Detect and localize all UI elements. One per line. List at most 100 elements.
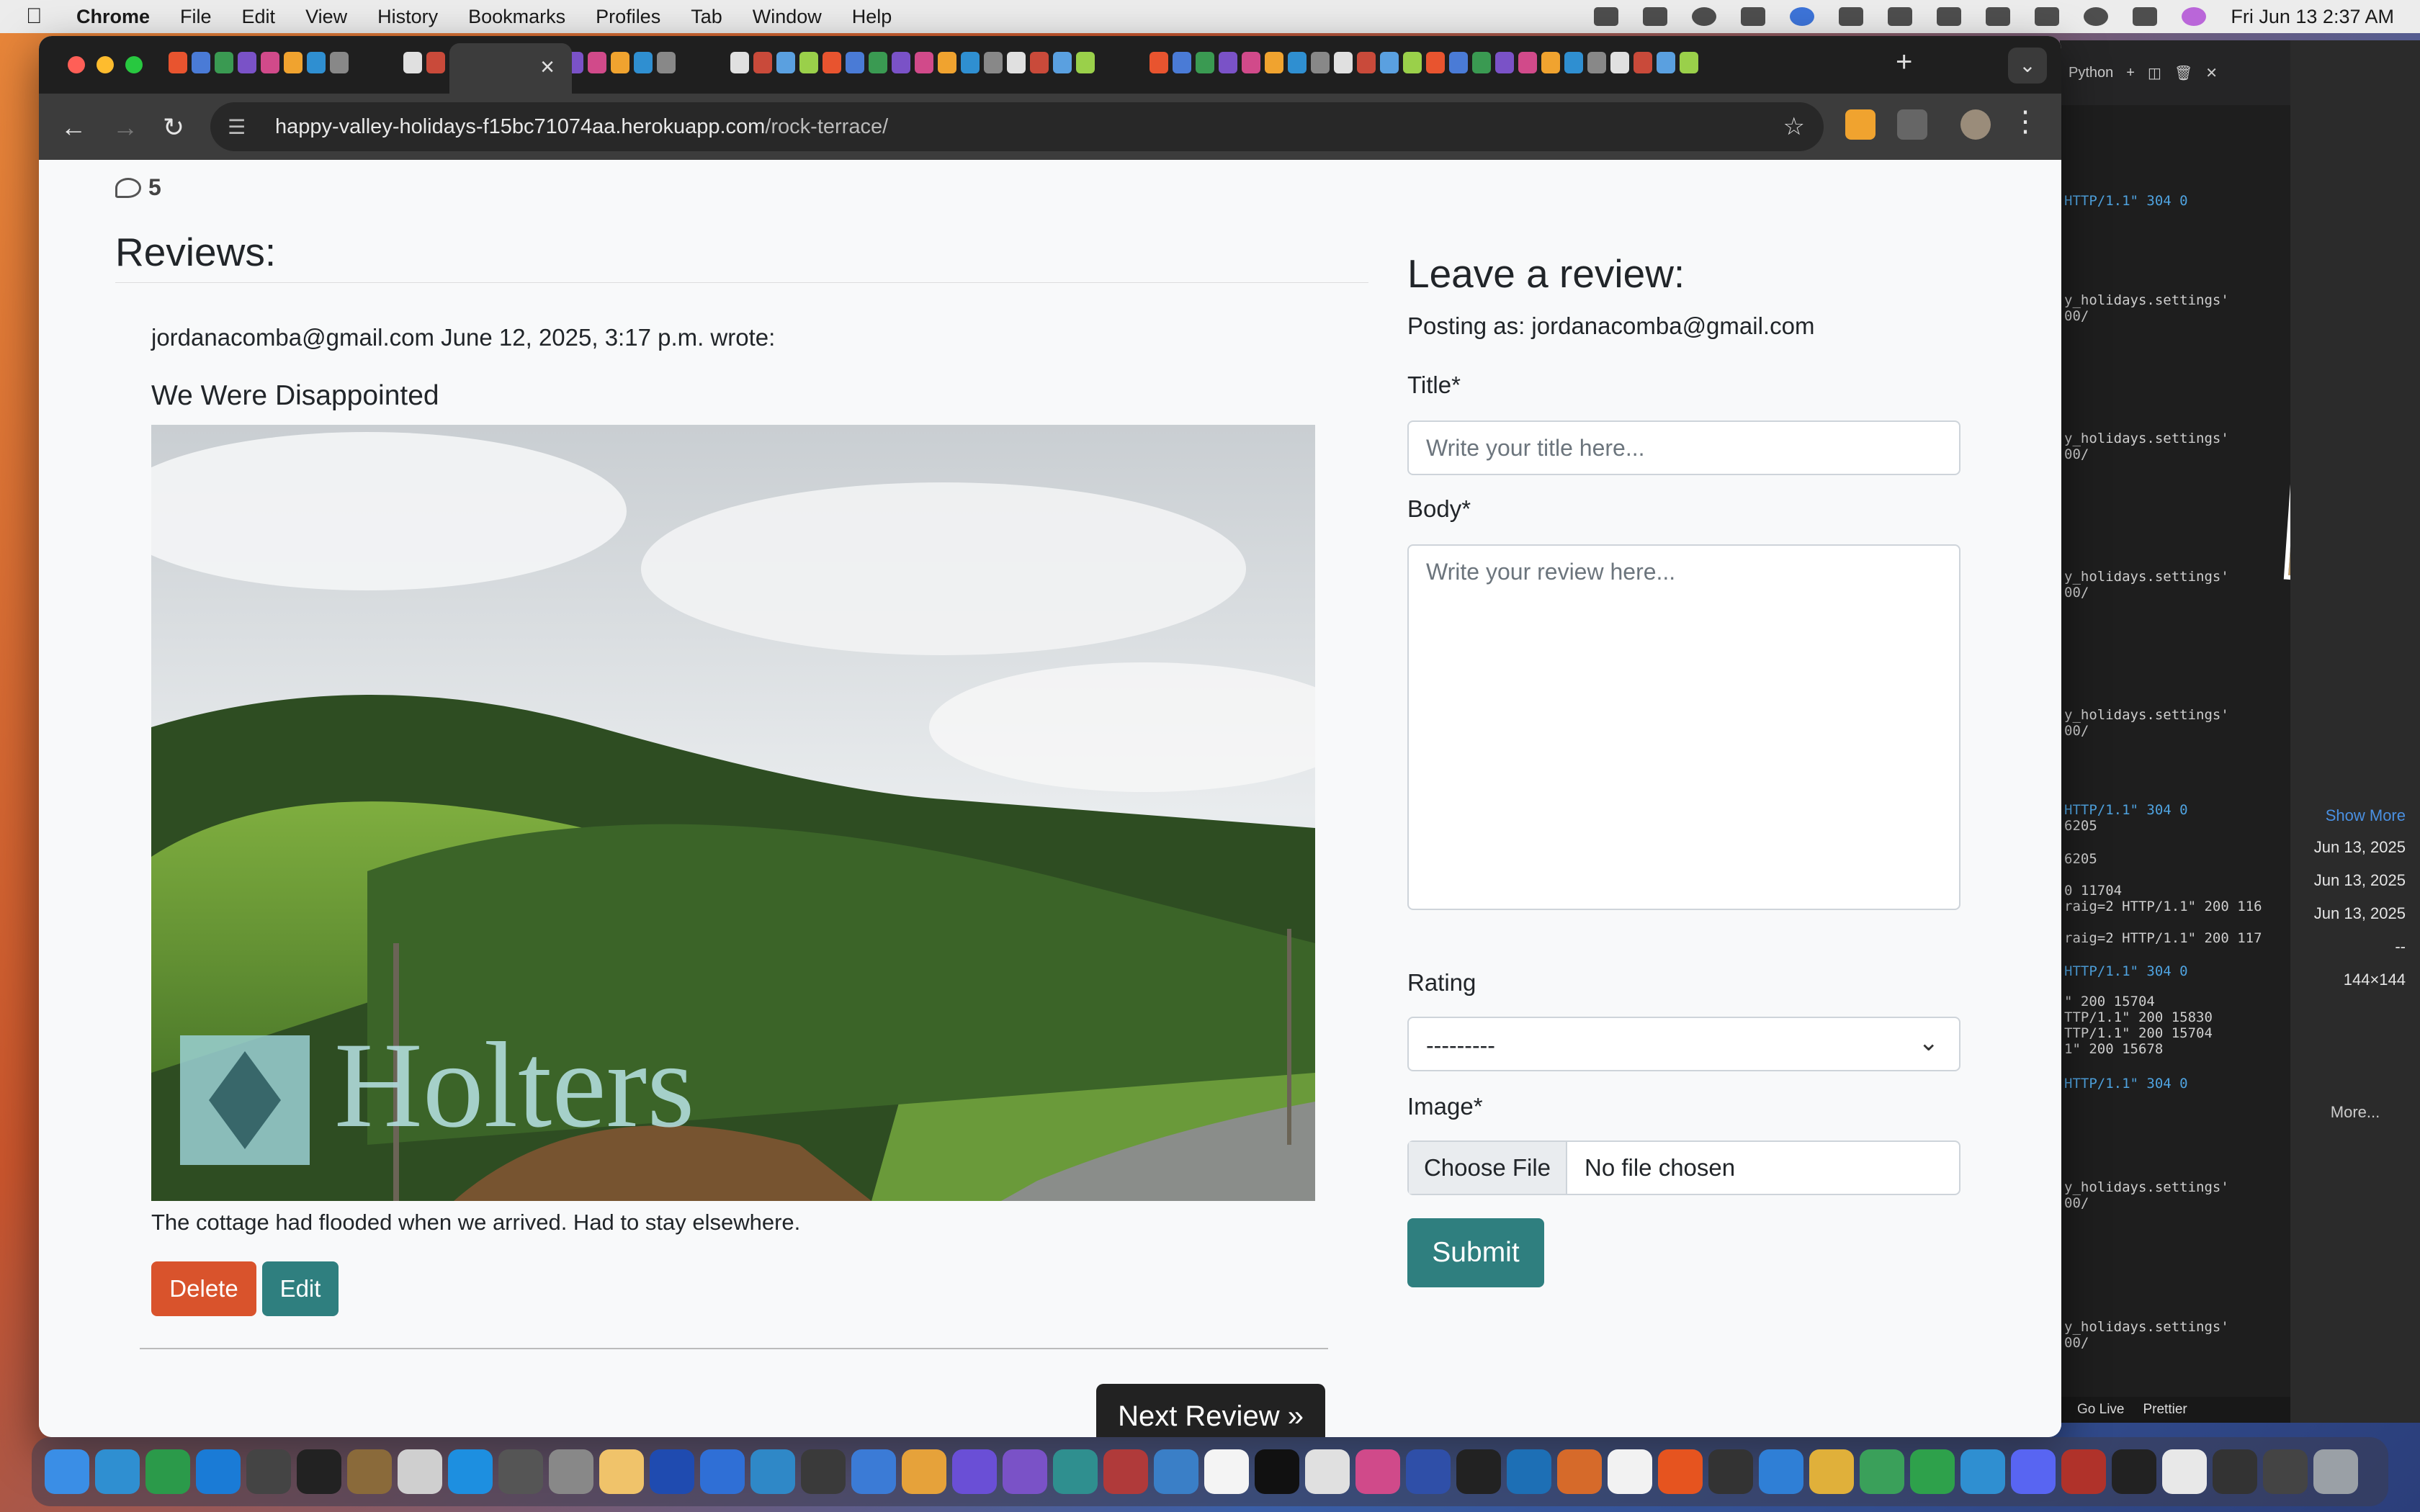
dock-app-icon[interactable] [2162,1449,2207,1494]
tab-favicon-icon[interactable] [753,52,772,73]
dropbox-icon[interactable] [1594,7,1619,26]
tab-favicon-icon[interactable] [1311,52,1330,73]
tab-favicon-icon[interactable] [403,52,422,73]
rating-select[interactable]: --------- ⌄ [1407,1017,1960,1071]
tab-favicon-icon[interactable] [1150,52,1168,73]
python-terminal-label[interactable]: Python [2069,65,2113,81]
menu-edit[interactable]: Edit [242,6,276,28]
active-tab[interactable]: × [449,43,572,94]
dock-app-icon[interactable] [1053,1449,1098,1494]
tab-favicon-icon[interactable] [1426,52,1445,73]
dock-app-icon[interactable] [95,1449,140,1494]
tab-favicon-icon[interactable] [1495,52,1514,73]
tab-favicon-icon[interactable] [330,52,349,73]
tab-favicon-icon[interactable] [1610,52,1629,73]
tab-favicon-icon[interactable] [588,52,606,73]
tab-favicon-icon[interactable] [1219,52,1237,73]
control-center-icon[interactable] [2133,7,2158,26]
dock-app-icon[interactable] [650,1449,694,1494]
dock-app-icon[interactable] [1860,1449,1904,1494]
menu-profiles[interactable]: Profiles [596,6,660,28]
keyboard-icon[interactable] [1888,7,1913,26]
menu-file[interactable]: File [180,6,212,28]
forward-icon[interactable]: → [112,112,138,143]
edit-review-button[interactable]: Edit [262,1261,339,1316]
dock-app-icon[interactable] [1103,1449,1148,1494]
dock-app-icon[interactable] [2011,1449,2056,1494]
prettier-button[interactable]: Prettier [2143,1402,2187,1418]
dock-app-icon[interactable] [1355,1449,1400,1494]
zoom-window-icon[interactable] [125,56,143,73]
dock-app-icon[interactable] [347,1449,392,1494]
tab-favicon-icon[interactable] [215,52,233,73]
tab-favicon-icon[interactable] [915,52,933,73]
image-file-input[interactable]: Choose File No file chosen [1407,1140,1960,1195]
choose-file-button[interactable]: Choose File [1409,1142,1567,1194]
dock-app-icon[interactable] [700,1449,745,1494]
dock-app-icon[interactable] [1759,1449,1803,1494]
tab-favicon-icon[interactable] [1380,52,1399,73]
tab-favicon-icon[interactable] [192,52,210,73]
tab-favicon-icon[interactable] [1007,52,1026,73]
tab-favicon-icon[interactable] [307,52,326,73]
close-tab-icon[interactable]: × [540,53,555,81]
tab-favicon-icon[interactable] [869,52,887,73]
tab-search-icon[interactable]: ⌄ [2008,48,2047,84]
tab-favicon-icon[interactable] [1541,52,1560,73]
dock-app-icon[interactable] [1204,1449,1249,1494]
tab-favicon-icon[interactable] [1518,52,1537,73]
menu-tab[interactable]: Tab [691,6,722,28]
app-status-icon[interactable] [1741,7,1766,26]
dock-app-icon[interactable] [1456,1449,1501,1494]
split-terminal-icon[interactable]: ◫ [2148,64,2161,82]
title-input[interactable]: Write your title here... [1407,420,1960,475]
dock-app-icon[interactable] [750,1449,795,1494]
menu-help[interactable]: Help [852,6,892,28]
tab-favicon-icon[interactable] [238,52,256,73]
dock-app-icon[interactable] [1154,1449,1198,1494]
new-tab-icon[interactable]: + [1896,46,1912,78]
close-icon[interactable]: ✕ [2205,64,2218,82]
tab-favicon-icon[interactable] [1587,52,1606,73]
siri-icon[interactable] [2182,7,2207,26]
mute-icon[interactable] [1839,7,1864,26]
dock-app-icon[interactable] [196,1449,241,1494]
tab-favicon-icon[interactable] [1357,52,1376,73]
tab-favicon-icon[interactable] [1076,52,1095,73]
dock-app-icon[interactable] [549,1449,593,1494]
dock-app-icon[interactable] [448,1449,493,1494]
tab-favicon-icon[interactable] [1242,52,1260,73]
dock-app-icon[interactable] [1255,1449,1299,1494]
tab-favicon-icon[interactable] [1449,52,1468,73]
dock-app-icon[interactable] [1557,1449,1602,1494]
dock-app-icon[interactable] [297,1449,341,1494]
more-button[interactable]: More... [2290,1103,2420,1122]
dock-app-icon[interactable] [246,1449,291,1494]
url-text[interactable]: happy-valley-holidays-f15bc71074aa.herok… [275,115,888,139]
menu-view[interactable]: View [305,6,347,28]
dock-app-icon[interactable] [1809,1449,1854,1494]
tab-favicon-icon[interactable] [961,52,980,73]
tab-favicon-icon[interactable] [1196,52,1214,73]
tab-favicon-icon[interactable] [1680,52,1698,73]
reload-icon[interactable]: ↻ [163,112,184,143]
bookmark-star-icon[interactable]: ☆ [1783,112,1805,141]
tab-favicon-icon[interactable] [776,52,795,73]
dock-app-icon[interactable] [45,1449,89,1494]
dock-app-icon[interactable] [1003,1449,1047,1494]
tab-favicon-icon[interactable] [892,52,910,73]
dock-app-icon[interactable] [952,1449,997,1494]
tab-favicon-icon[interactable] [1657,52,1675,73]
address-bar[interactable]: ☰ happy-valley-holidays-f15bc71074aa.her… [210,102,1824,151]
close-window-icon[interactable] [68,56,85,73]
dock-app-icon[interactable] [2313,1449,2358,1494]
tab-favicon-icon[interactable] [611,52,629,73]
tab-favicon-icon[interactable] [1403,52,1422,73]
tab-favicon-icon[interactable] [1472,52,1491,73]
trash-icon[interactable]: 🗑 [2174,64,2192,82]
next-review-button[interactable]: Next Review » [1096,1384,1325,1437]
tab-favicon-icon[interactable] [984,52,1003,73]
menu-history[interactable]: History [377,6,438,28]
tab-favicon-icon[interactable] [1053,52,1072,73]
dock-app-icon[interactable] [498,1449,543,1494]
